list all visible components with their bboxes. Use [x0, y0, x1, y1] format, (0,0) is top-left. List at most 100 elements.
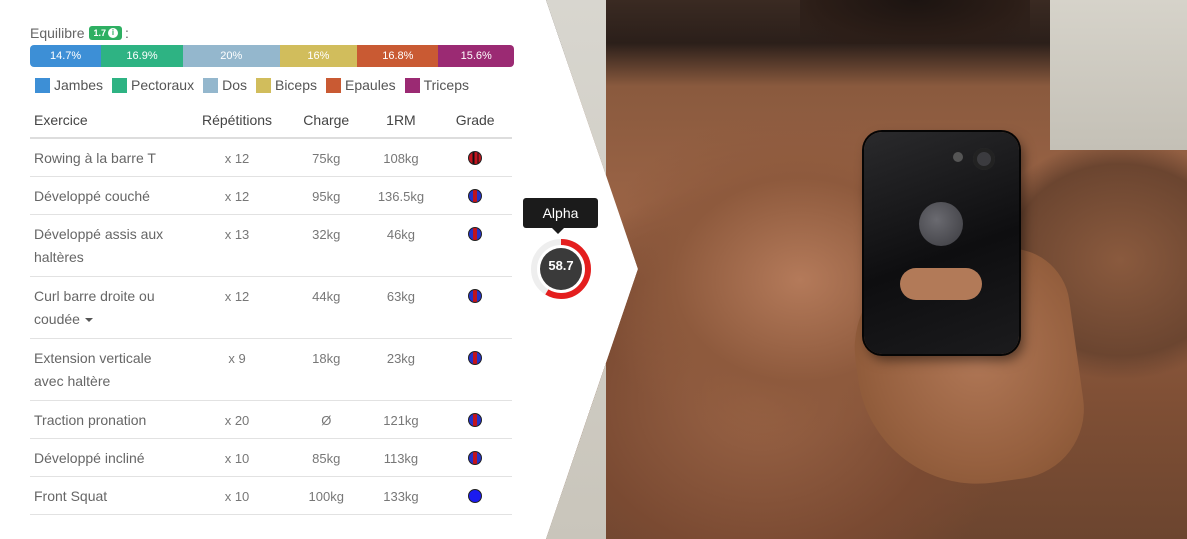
equilibre-label: Equilibre [30, 25, 85, 41]
exercise-label: Curl barre droite ou coudée [34, 287, 155, 327]
grade-cell [438, 276, 512, 339]
charge-cell: 100kg [288, 476, 364, 515]
balance-segment-dos[interactable]: 20% [182, 45, 280, 67]
exercise-label: Développé incliné [34, 449, 145, 466]
grade-cell [438, 338, 512, 401]
legend-swatch [326, 77, 342, 93]
legend-swatch [255, 77, 271, 93]
reps-cell: x 20 [185, 400, 289, 439]
legend-label: Pectoraux [131, 77, 195, 93]
table-header-row: Exercice Répétitions Charge 1RM Grade [30, 103, 512, 139]
legend-swatch [112, 77, 128, 93]
legend-swatch [203, 77, 219, 93]
charge-cell: 75kg [288, 138, 364, 177]
header-exercise[interactable]: Exercice [30, 103, 186, 139]
exercise-label: Développé couché [34, 187, 150, 204]
legend-label: Triceps [423, 77, 469, 93]
legend-label: Jambes [54, 77, 104, 93]
grade-cell [438, 138, 512, 177]
reps-cell: x 12 [185, 276, 289, 339]
table-row[interactable]: Front Squat x 10 100kg 133kg [30, 476, 512, 515]
charge-cell: Ø [288, 400, 364, 439]
grade-icon[interactable] [468, 288, 483, 303]
balance-segment-biceps[interactable]: 16% [279, 45, 358, 67]
grade-icon[interactable] [468, 350, 483, 365]
grade-icon[interactable] [468, 488, 483, 503]
table-row[interactable]: Rowing à la barre T x 12 75kg 108kg [30, 138, 512, 177]
exercise-label: Extension verticale avec haltère [34, 349, 152, 389]
grade-cell [438, 214, 512, 277]
table-row[interactable]: Développé assis aux haltères x 13 32kg 46kg [30, 214, 512, 277]
rm-cell: 108kg [363, 138, 439, 177]
equilibre-header: Equilibre 1.7 i : [30, 25, 129, 41]
legend-label: Epaules [345, 77, 396, 93]
legend-item-biceps: Biceps [255, 77, 318, 93]
reps-cell: x 13 [185, 214, 289, 277]
caret-down-icon[interactable] [84, 317, 93, 322]
legend-item-epaules: Epaules [326, 77, 396, 93]
balance-segment-triceps[interactable]: 15.6% [438, 45, 514, 67]
reps-cell: x 12 [185, 176, 289, 215]
alpha-tooltip-arrow [552, 228, 564, 234]
exercise-table-body: Rowing à la barre Tx 12 75kg 108kg Développ… [30, 138, 512, 515]
charge-cell: 95kg [288, 176, 364, 215]
photo-wall-right [1050, 0, 1187, 150]
grade-icon[interactable] [468, 151, 483, 165]
balance-segment-jambes[interactable]: 14.7% [30, 45, 102, 67]
rm-cell: 133kg [363, 476, 439, 515]
rm-cell: 23kg [363, 338, 439, 401]
exercise-table: Exercice Répétitions Charge 1RM Grade Ro… [30, 103, 512, 515]
grade-icon[interactable] [468, 450, 483, 465]
legend-label: Biceps [274, 77, 318, 93]
header-1rm[interactable]: 1RM [363, 103, 439, 139]
exercise-name: Développé assis aux haltères [30, 214, 186, 277]
equilibre-score-badge[interactable]: 1.7 i [89, 26, 122, 40]
alpha-tooltip: Alpha [523, 198, 598, 228]
grade-icon[interactable] [468, 226, 483, 241]
exercise-label: Rowing à la barre T [34, 150, 156, 166]
header-charge[interactable]: Charge [288, 103, 364, 139]
legend-item-jambes: Jambes [35, 77, 103, 93]
legend-item-dos: Dos [203, 77, 247, 93]
charge-cell: 32kg [288, 214, 364, 277]
phone-logo [919, 202, 963, 246]
exercise-name: Traction pronation [30, 400, 186, 439]
balance-segment-epaules[interactable]: 16.8% [357, 45, 439, 67]
exercise-name: Rowing à la barre T [30, 138, 186, 177]
legend-label: Dos [222, 77, 247, 93]
grade-cell [438, 476, 512, 515]
legend-item-triceps: Triceps [404, 77, 469, 93]
photo-phone [864, 132, 1019, 354]
table-row[interactable]: Curl barre droite ou coudée x 12 44kg 63kg [30, 276, 512, 339]
phone-camera [973, 148, 995, 170]
exercise-name: Développé incliné [30, 438, 186, 477]
rm-cell: 113kg [363, 438, 439, 477]
balance-legend: Jambes Pectoraux Dos Biceps Epaules Triceps [35, 77, 478, 93]
reps-cell: x 9 [185, 338, 289, 401]
alpha-value: 58.7 [548, 258, 574, 273]
photo-finger [900, 268, 982, 300]
grade-cell [438, 400, 512, 439]
header-reps[interactable]: Répétitions [185, 103, 289, 139]
table-row[interactable]: Développé couché x 12 95kg 136.5kg [30, 176, 512, 215]
photo-beard [800, 0, 1030, 44]
header-grade[interactable]: Grade [438, 103, 512, 139]
stats-panel: Equilibre 1.7 i : 14.7% 16.9% 20% 16% 16.8% 1… [0, 0, 598, 539]
info-icon[interactable]: i [108, 28, 118, 38]
grade-cell [438, 438, 512, 477]
grade-icon[interactable] [468, 412, 483, 427]
equilibre-suffix: : [125, 25, 129, 41]
rm-cell: 136.5kg [363, 176, 439, 215]
grade-icon[interactable] [468, 188, 483, 203]
charge-cell: 18kg [288, 338, 364, 401]
table-row[interactable]: Traction pronation x 20 Ø 121kg [30, 400, 512, 439]
table-row[interactable]: Extension verticale avec haltère x 9 18kg 2… [30, 338, 512, 401]
table-row[interactable]: Développé incliné x 10 85kg 113kg [30, 438, 512, 477]
rm-cell: 46kg [363, 214, 439, 277]
exercise-name: Front Squat [30, 476, 186, 515]
exercise-name: Extension verticale avec haltère [30, 338, 186, 401]
reps-cell: x 10 [185, 438, 289, 477]
balance-segment-pectoraux[interactable]: 16.9% [101, 45, 183, 67]
exercise-name[interactable]: Curl barre droite ou coudée [30, 276, 186, 339]
reps-cell: x 12 [185, 138, 289, 177]
